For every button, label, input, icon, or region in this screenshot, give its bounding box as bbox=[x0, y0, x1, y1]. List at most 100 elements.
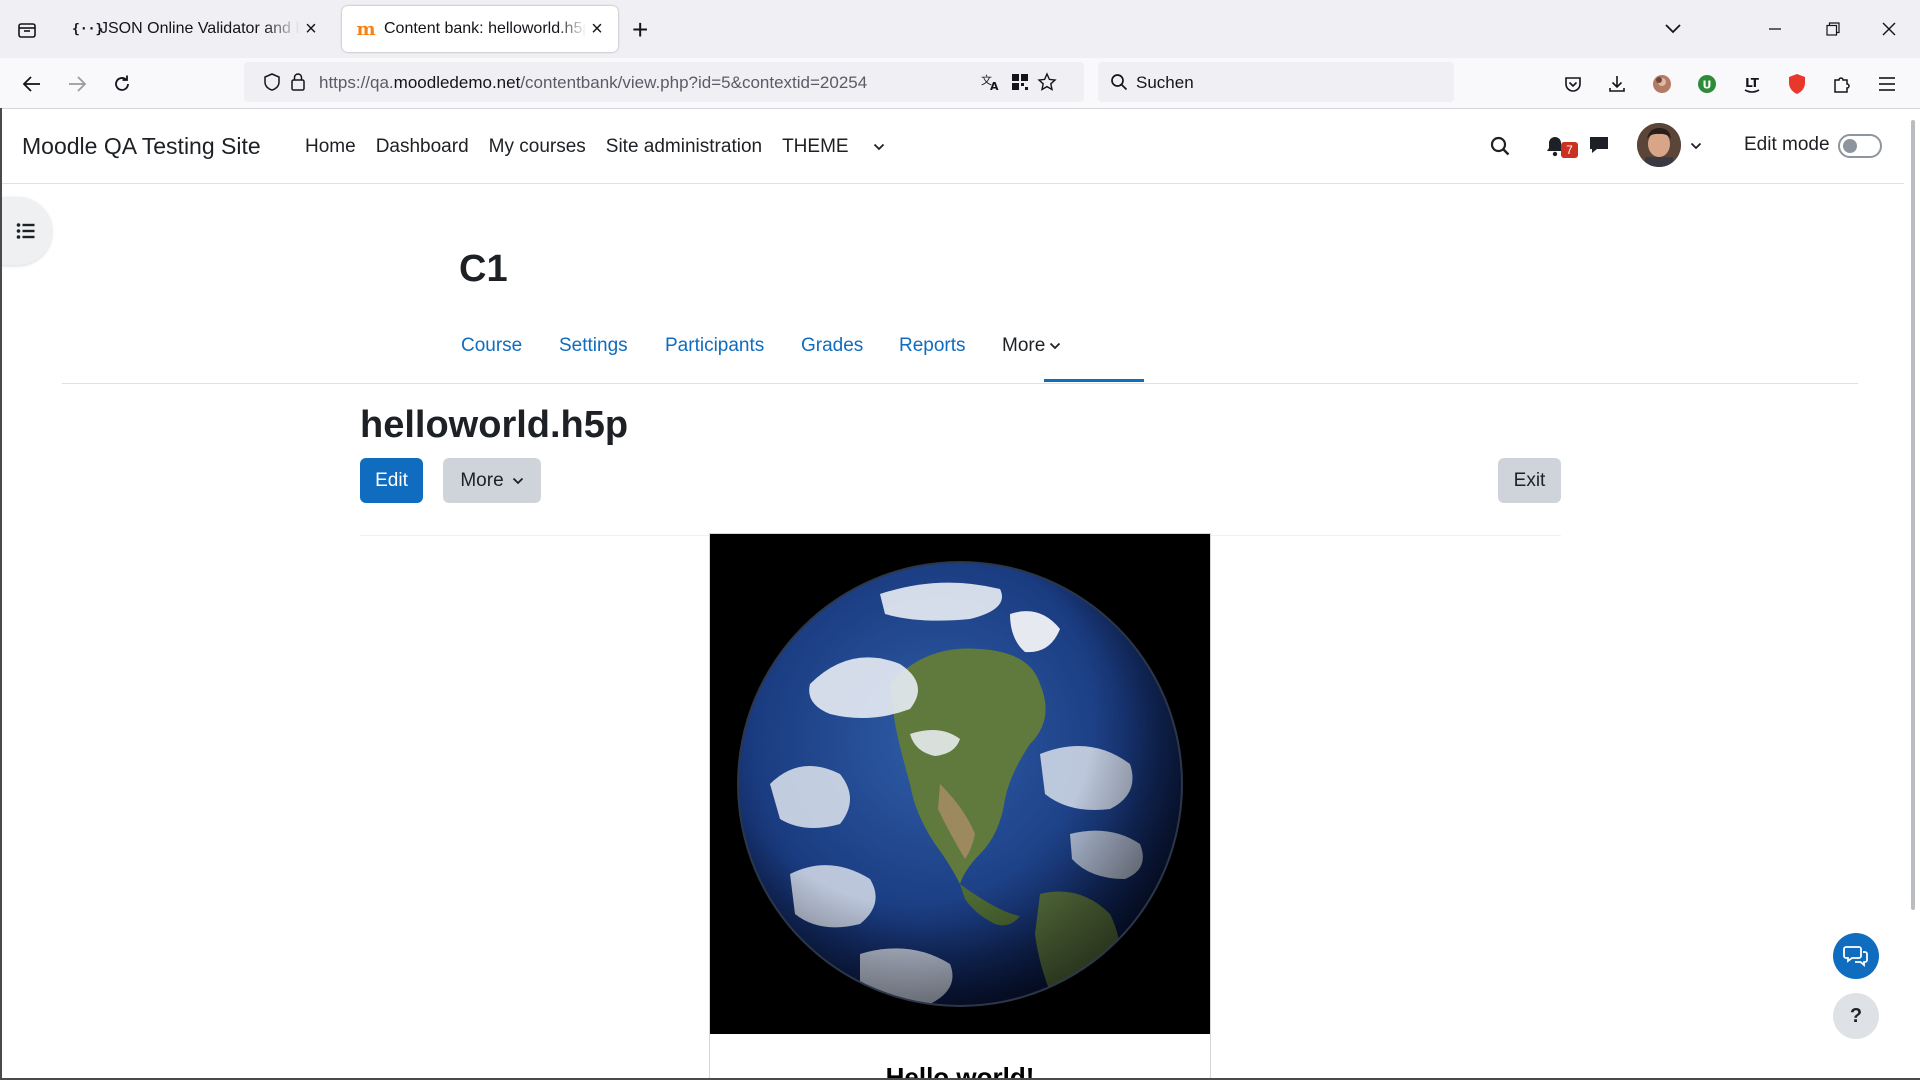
close-tab-icon[interactable]: × bbox=[300, 18, 322, 41]
pocket-button[interactable] bbox=[1560, 71, 1586, 97]
tab-title: Content bank: helloworld.h5p | Moodle QA… bbox=[384, 20, 586, 37]
global-search-button[interactable] bbox=[1488, 134, 1512, 158]
avatar[interactable] bbox=[1637, 123, 1681, 167]
ublock-button[interactable] bbox=[1784, 71, 1810, 97]
close-tab-icon[interactable]: × bbox=[586, 18, 608, 41]
tab-course[interactable]: Course bbox=[461, 335, 522, 357]
page-title: helloworld.h5p bbox=[360, 404, 629, 446]
arrow-left-icon bbox=[22, 76, 40, 92]
browser-tab-bar: {··} JSON Online Validator and Formatter… bbox=[0, 0, 1920, 58]
user-avatar-icon bbox=[1637, 123, 1681, 167]
tab-participants[interactable]: Participants bbox=[665, 335, 764, 357]
nav-home[interactable]: Home bbox=[305, 136, 356, 158]
edit-mode-label: Edit mode bbox=[1744, 134, 1830, 155]
search-icon bbox=[1490, 136, 1510, 156]
chat-bubble-icon bbox=[1590, 137, 1608, 153]
moodle-favicon-icon: m bbox=[356, 18, 376, 40]
search-placeholder: Suchen bbox=[1136, 73, 1194, 92]
earth-globe-icon bbox=[710, 534, 1210, 1034]
edit-button[interactable]: Edit bbox=[360, 458, 423, 503]
avatar-extension-icon bbox=[1653, 75, 1671, 93]
back-button[interactable] bbox=[17, 69, 47, 99]
languagetool-button[interactable]: LT bbox=[1739, 71, 1765, 97]
tab-list-icon bbox=[18, 23, 36, 38]
primary-navigation: Home Dashboard My courses Site administr… bbox=[305, 136, 905, 158]
downloads-button[interactable] bbox=[1604, 71, 1630, 97]
pocket-icon bbox=[1565, 77, 1581, 92]
browser-tab-content-bank[interactable]: m Content bank: helloworld.h5p | Moodle … bbox=[342, 6, 618, 52]
extensions-button[interactable] bbox=[1829, 71, 1855, 97]
translate-icon[interactable]: 文A bbox=[979, 70, 1003, 94]
list-all-tabs-button[interactable] bbox=[1658, 16, 1688, 42]
reload-icon bbox=[115, 75, 129, 91]
tab-more[interactable]: More bbox=[1002, 335, 1061, 357]
languagetool-icon: LT bbox=[1744, 76, 1760, 93]
nav-dashboard[interactable]: Dashboard bbox=[376, 136, 469, 158]
exit-button[interactable]: Exit bbox=[1498, 458, 1561, 503]
edit-mode-toggle[interactable] bbox=[1838, 134, 1882, 158]
moodle-navbar: Moodle QA Testing Site Home Dashboard My… bbox=[0, 109, 1904, 184]
nav-site-administration[interactable]: Site administration bbox=[606, 136, 762, 158]
notification-count-badge: 7 bbox=[1561, 142, 1578, 158]
search-bar[interactable]: Suchen bbox=[1098, 62, 1454, 102]
app-menu-button[interactable] bbox=[1874, 71, 1900, 97]
more-dropdown-button[interactable]: More bbox=[443, 458, 541, 503]
qr-code-icon[interactable] bbox=[1008, 70, 1032, 94]
tab-reports[interactable]: Reports bbox=[899, 335, 966, 357]
arrow-right-icon bbox=[69, 76, 87, 92]
more-button-label: More bbox=[460, 469, 504, 491]
help-button[interactable]: ? bbox=[1833, 993, 1879, 1039]
user-menu-toggle[interactable] bbox=[1689, 140, 1703, 152]
tab-more-label: More bbox=[1002, 335, 1046, 356]
list-icon bbox=[16, 223, 35, 239]
download-icon bbox=[1609, 76, 1625, 92]
lock-icon[interactable] bbox=[286, 70, 310, 94]
ublock-shield-icon bbox=[1789, 74, 1805, 94]
new-tab-button[interactable]: + bbox=[632, 16, 648, 44]
chevron-down-icon bbox=[1050, 342, 1061, 350]
puzzle-icon bbox=[1834, 77, 1850, 93]
svg-text:LT: LT bbox=[1745, 76, 1760, 90]
forward-button[interactable] bbox=[62, 69, 92, 99]
nav-theme-label: THEME bbox=[782, 136, 849, 157]
reload-button[interactable] bbox=[107, 69, 137, 99]
chevron-down-icon bbox=[1665, 24, 1681, 34]
chat-bubbles-icon bbox=[1843, 946, 1868, 967]
address-bar[interactable]: https://qa.moodledemo.net/contentbank/vi… bbox=[244, 62, 1084, 102]
chevron-down-icon bbox=[1690, 142, 1702, 150]
nav-theme-dropdown[interactable]: THEME bbox=[782, 136, 885, 158]
course-title: C1 bbox=[459, 248, 508, 290]
url-text[interactable]: https://qa.moodledemo.net/contentbank/vi… bbox=[319, 73, 867, 93]
svg-text:U: U bbox=[1703, 79, 1712, 92]
close-window-button[interactable] bbox=[1874, 16, 1904, 42]
window-border-left bbox=[0, 108, 2, 1080]
chevron-down-icon bbox=[512, 477, 523, 484]
messages-button[interactable] bbox=[1587, 133, 1611, 157]
earth-image bbox=[710, 534, 1210, 1034]
course-index-drawer-button[interactable] bbox=[0, 197, 52, 265]
minimize-icon bbox=[1769, 28, 1781, 30]
h5p-content-frame[interactable]: Hello world! bbox=[709, 533, 1211, 1080]
bookmark-star-icon[interactable] bbox=[1035, 70, 1059, 94]
shield-icon[interactable] bbox=[260, 70, 284, 94]
minimize-button[interactable] bbox=[1760, 16, 1790, 42]
tab-grades[interactable]: Grades bbox=[801, 335, 863, 357]
extension-u-button[interactable]: U bbox=[1694, 71, 1720, 97]
green-extension-icon: U bbox=[1698, 75, 1716, 93]
profile-extension-button[interactable] bbox=[1649, 71, 1675, 97]
search-icon bbox=[1111, 74, 1128, 91]
svg-text:A: A bbox=[990, 80, 999, 92]
restore-button[interactable] bbox=[1818, 16, 1848, 42]
browser-navigation-bar: https://qa.moodledemo.net/contentbank/vi… bbox=[0, 58, 1920, 109]
tab-settings[interactable]: Settings bbox=[559, 335, 628, 357]
hamburger-menu-icon bbox=[1879, 77, 1895, 91]
nav-my-courses[interactable]: My courses bbox=[489, 136, 586, 158]
tab-list-button[interactable] bbox=[14, 17, 40, 43]
page-scrollbar[interactable] bbox=[1911, 120, 1915, 910]
secondary-navigation: Course Settings Participants Grades Repo… bbox=[62, 325, 1858, 384]
active-tab-indicator bbox=[1044, 379, 1144, 382]
browser-tab-json-validator[interactable]: {··} JSON Online Validator and Formatter… bbox=[58, 6, 332, 52]
chat-launcher-button[interactable] bbox=[1833, 933, 1879, 979]
site-name-link[interactable]: Moodle QA Testing Site bbox=[22, 133, 261, 160]
json-favicon-icon: {··} bbox=[72, 21, 104, 37]
